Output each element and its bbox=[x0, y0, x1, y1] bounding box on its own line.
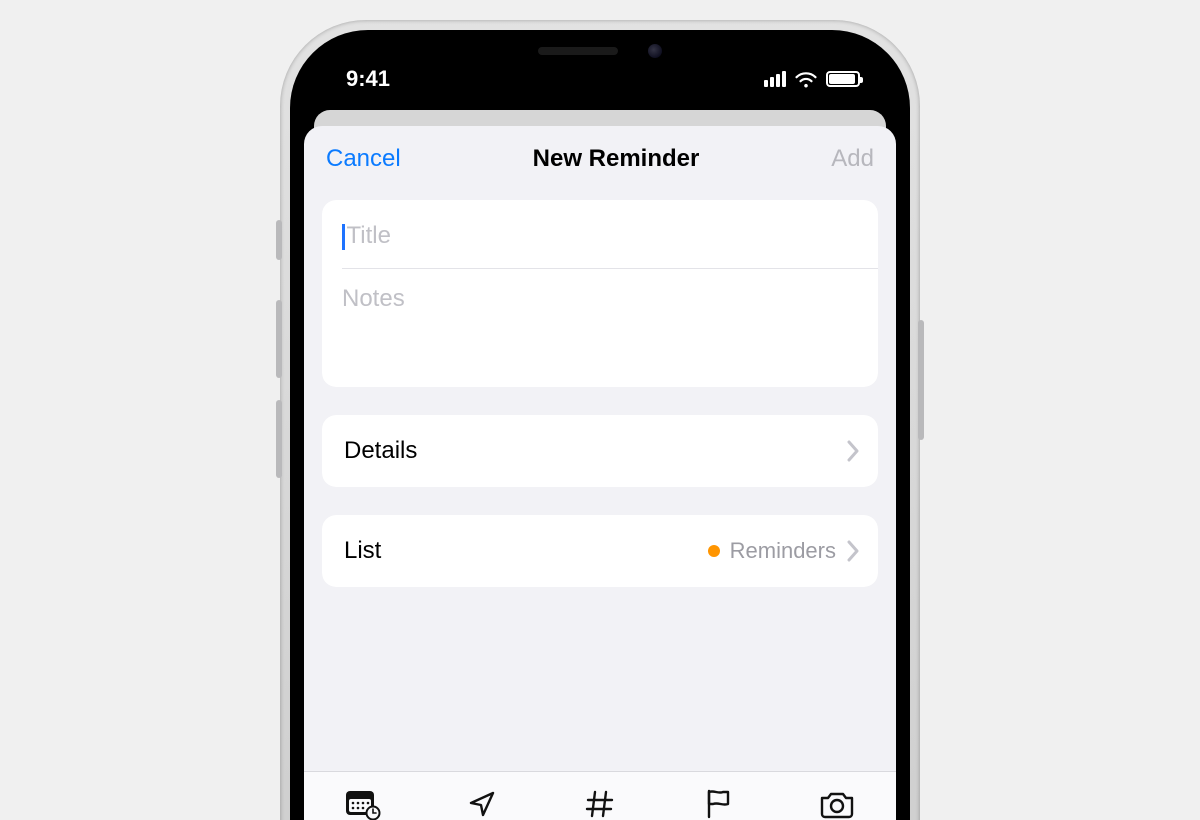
notes-placeholder: Notes bbox=[342, 285, 405, 312]
wifi-icon bbox=[794, 70, 818, 88]
details-label: Details bbox=[344, 437, 417, 465]
sheet-navbar: Cancel New Reminder Add bbox=[304, 126, 896, 192]
status-time: 9:41 bbox=[346, 66, 390, 92]
side-button-silent bbox=[276, 220, 282, 260]
title-notes-card: Title Notes bbox=[322, 200, 878, 387]
calendar-clock-icon[interactable] bbox=[343, 786, 383, 820]
side-button-power bbox=[918, 320, 924, 440]
title-field[interactable]: Title bbox=[322, 204, 878, 268]
phone-frame: 9:41 Cancel New Reminder Add bbox=[280, 20, 920, 820]
phone-bezel: 9:41 Cancel New Reminder Add bbox=[290, 30, 910, 820]
flag-icon[interactable] bbox=[698, 786, 738, 820]
list-row[interactable]: List Reminders bbox=[322, 515, 878, 587]
list-label: List bbox=[344, 537, 381, 565]
details-row[interactable]: Details bbox=[322, 415, 878, 487]
notch bbox=[470, 30, 730, 72]
notes-field[interactable]: Notes bbox=[322, 269, 878, 383]
list-value: Reminders bbox=[730, 538, 836, 564]
hashtag-icon[interactable] bbox=[580, 786, 620, 820]
front-camera bbox=[648, 44, 662, 58]
cancel-button[interactable]: Cancel bbox=[326, 145, 401, 173]
cellular-signal-icon bbox=[764, 71, 786, 87]
add-button[interactable]: Add bbox=[831, 145, 874, 173]
new-reminder-sheet: Cancel New Reminder Add Title Notes bbox=[304, 126, 896, 820]
battery-icon bbox=[826, 71, 860, 87]
list-color-dot bbox=[708, 545, 720, 557]
screen: 9:41 Cancel New Reminder Add bbox=[304, 44, 896, 820]
sheet-title: New Reminder bbox=[533, 145, 700, 173]
speaker bbox=[538, 47, 618, 55]
text-cursor bbox=[342, 224, 345, 250]
quick-toolbar bbox=[304, 771, 896, 820]
chevron-right-icon bbox=[846, 440, 860, 462]
side-button-volume-down bbox=[276, 400, 282, 478]
location-icon[interactable] bbox=[462, 786, 502, 820]
side-button-volume-up bbox=[276, 300, 282, 378]
chevron-right-icon bbox=[846, 540, 860, 562]
title-placeholder: Title bbox=[347, 222, 391, 249]
camera-icon[interactable] bbox=[817, 786, 857, 820]
